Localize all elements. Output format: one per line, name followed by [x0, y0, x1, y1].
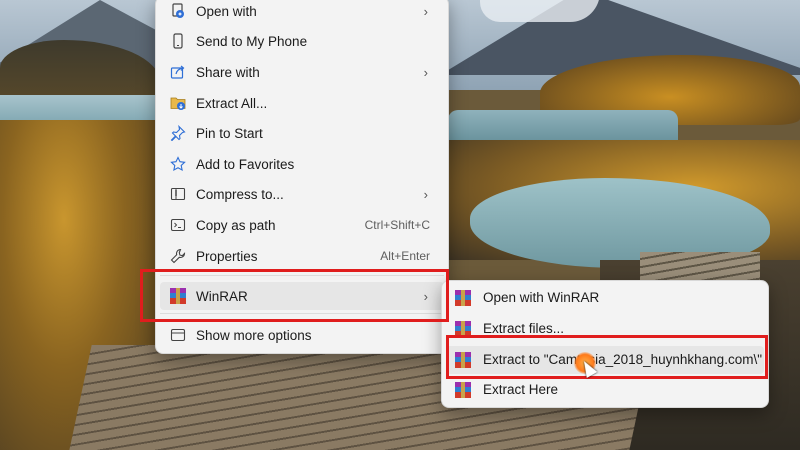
menu-item-pin-to-start[interactable]: Pin to Start: [160, 119, 444, 147]
chevron-right-icon: ›: [423, 3, 428, 19]
extract-all-icon: [170, 97, 186, 110]
phone-icon: [173, 33, 183, 49]
submenu-item-open-with-winrar[interactable]: Open with WinRAR: [446, 284, 764, 312]
menu-item-label: Properties: [196, 248, 258, 264]
copy-path-icon: [170, 218, 186, 232]
menu-item-copy-as-path[interactable]: Copy as path Ctrl+Shift+C: [160, 211, 444, 239]
submenu-item-extract-here[interactable]: Extract Here: [446, 376, 764, 404]
pin-icon: [170, 125, 186, 141]
show-more-icon: [170, 328, 186, 342]
menu-item-label: Show more options: [196, 327, 312, 343]
menu-item-label: Add to Favorites: [196, 156, 295, 172]
menu-item-send-to-phone[interactable]: Send to My Phone: [160, 27, 444, 55]
menu-item-compress-to[interactable]: Compress to... ›: [160, 180, 444, 208]
submenu-item-label: Open with WinRAR: [483, 290, 600, 305]
submenu-item-label: Extract files...: [483, 321, 565, 336]
chevron-right-icon: ›: [423, 64, 428, 80]
menu-item-label: Extract All...: [196, 95, 268, 111]
chevron-right-icon: ›: [423, 186, 428, 202]
menu-item-label: Compress to...: [196, 186, 284, 202]
winrar-icon: [455, 382, 471, 398]
menu-item-show-more-options[interactable]: Show more options: [160, 321, 444, 349]
compress-icon: [170, 187, 186, 201]
star-icon: [170, 156, 186, 172]
wrench-icon: [170, 248, 186, 264]
highlight-winrar: [140, 269, 449, 322]
menu-item-add-to-favorites[interactable]: Add to Favorites: [160, 150, 444, 178]
submenu-item-label: Extract Here: [483, 382, 559, 397]
open-with-icon: [172, 3, 184, 18]
menu-item-share-with[interactable]: Share with ›: [160, 58, 444, 86]
menu-item-label: Open with: [196, 3, 257, 19]
highlight-extract-to: [446, 335, 768, 379]
share-icon: [170, 65, 185, 79]
menu-item-label: Pin to Start: [196, 125, 263, 141]
winrar-icon: [455, 290, 471, 306]
menu-item-extract-all[interactable]: Extract All...: [160, 89, 444, 117]
wallpaper-snow: [480, 0, 600, 22]
menu-item-label: Copy as path: [196, 217, 276, 233]
shortcut-text: Ctrl+Shift+C: [364, 218, 430, 232]
menu-item-properties[interactable]: Properties Alt+Enter: [160, 242, 444, 270]
wallpaper-boardwalk-far: [640, 252, 760, 282]
menu-item-label: Share with: [196, 64, 260, 80]
shortcut-text: Alt+Enter: [380, 249, 430, 263]
menu-item-open-with[interactable]: Open with ›: [160, 0, 444, 25]
menu-item-label: Send to My Phone: [196, 33, 308, 49]
